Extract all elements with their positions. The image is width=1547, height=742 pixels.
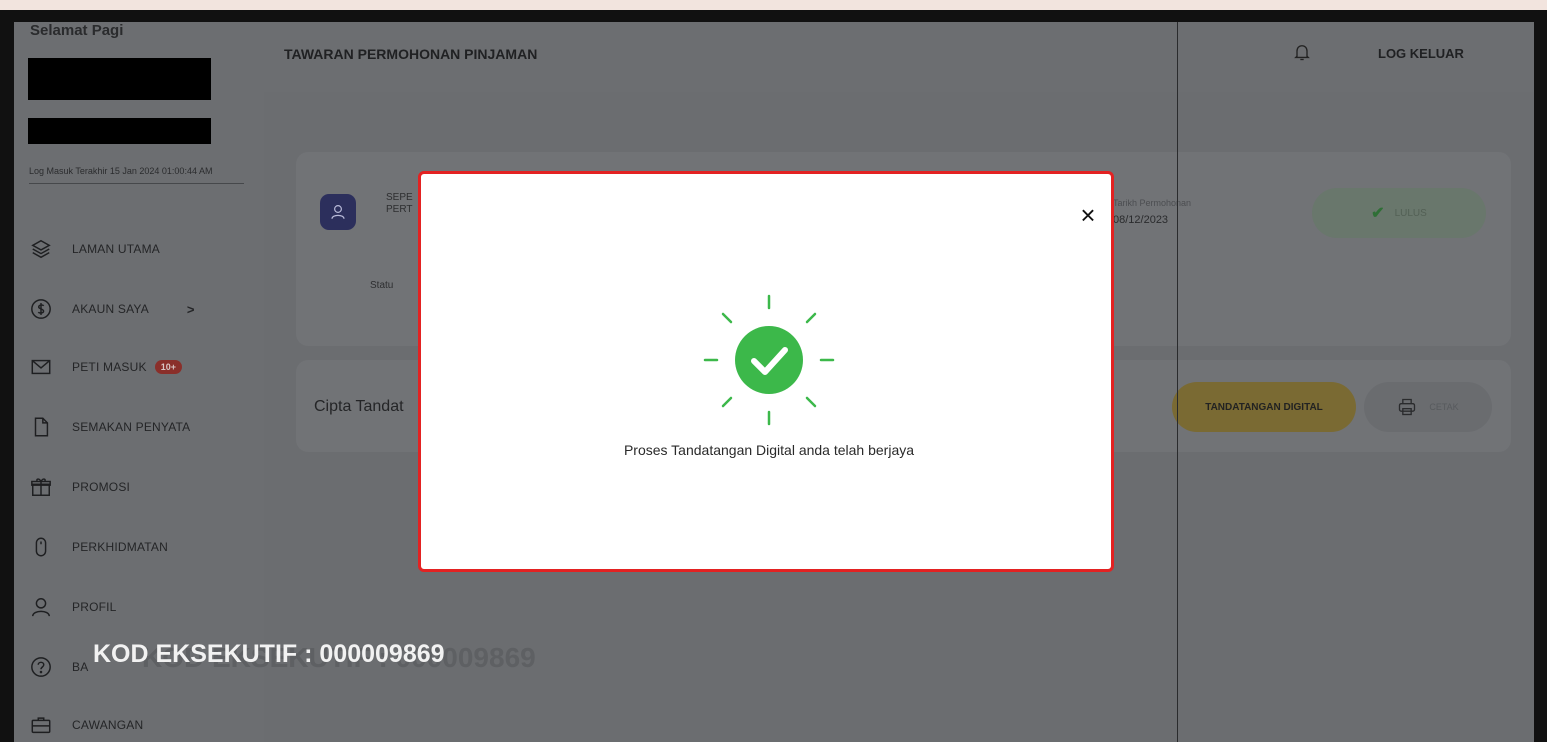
- print-button[interactable]: CETAK: [1364, 382, 1492, 432]
- sidebar-item-perkhidmatan[interactable]: PERKHIDMATAN: [29, 532, 168, 562]
- mail-icon: [29, 355, 53, 379]
- last-login-text: Log Masuk Terakhir 15 Jan 2024 01:00:44 …: [29, 166, 244, 184]
- digital-signature-button[interactable]: TANDATANGAN DIGITAL: [1172, 382, 1356, 432]
- gift-icon: [29, 475, 53, 499]
- mouse-icon: [29, 535, 53, 559]
- sidebar-item-label: PROMOSI: [72, 480, 131, 494]
- status-label: Statu: [370, 280, 394, 291]
- page-title: TAWARAN PERMOHONAN PINJAMAN: [284, 46, 538, 62]
- bell-icon[interactable]: [1292, 42, 1314, 64]
- sidebar-item-bantuan[interactable]: BA: [29, 652, 88, 682]
- user-icon: [29, 595, 53, 619]
- sidebar-item-label: AKAUN SAYA: [72, 302, 149, 316]
- success-message: Proses Tandatangan Digital anda telah be…: [623, 442, 915, 458]
- document-icon: [29, 415, 53, 439]
- application-name: SEPE PERT: [386, 192, 413, 216]
- briefcase-icon: [29, 713, 53, 737]
- application-name-line1: SEPE: [386, 192, 413, 203]
- sidebar-item-promosi[interactable]: PROMOSI: [29, 472, 130, 502]
- layers-icon: [29, 237, 53, 261]
- sidebar-item-label: LAMAN UTAMA: [72, 242, 160, 256]
- logout-button[interactable]: LOG KELUAR: [1378, 46, 1464, 61]
- status-badge-label: LULUS: [1394, 207, 1427, 219]
- top-header: TAWARAN PERMOHONAN PINJAMAN LOG KELUAR: [264, 22, 1534, 92]
- chevron-right-icon: >: [186, 301, 195, 317]
- signature-card-title: Cipta Tandat: [314, 398, 404, 415]
- sidebar: Selamat Pagi Log Masuk Terakhir 15 Jan 2…: [14, 22, 264, 742]
- date-label: Tarikh Permohonan: [1113, 198, 1192, 208]
- close-icon[interactable]: ×: [1073, 200, 1103, 230]
- sidebar-item-laman-utama[interactable]: LAMAN UTAMA: [29, 234, 160, 264]
- printer-icon: [1399, 398, 1416, 416]
- check-icon: ✔: [1371, 205, 1385, 222]
- success-modal: × Proses Tandatangan Digital anda telah …: [418, 171, 1114, 572]
- print-button-label: CETAK: [1429, 402, 1459, 412]
- sidebar-item-profil[interactable]: PROFIL: [29, 592, 117, 622]
- redacted-id: [28, 118, 211, 144]
- sidebar-item-label: PROFIL: [72, 600, 117, 614]
- sidebar-item-label: PERKHIDMATAN: [72, 540, 168, 554]
- sidebar-item-label: SEMAKAN PENYATA: [72, 420, 191, 434]
- redacted-name: [28, 58, 211, 100]
- sidebar-item-label: BA: [72, 660, 89, 674]
- dollar-circle-icon: [29, 297, 53, 321]
- sidebar-item-akaun-saya[interactable]: AKAUN SAYA >: [29, 294, 195, 324]
- watermark-text: KOD EKSEKUTIF : 000009869: [93, 640, 445, 668]
- user-icon: [320, 194, 356, 230]
- sidebar-item-peti-masuk[interactable]: PETI MASUK 10+: [29, 352, 182, 382]
- sidebar-item-semakan-penyata[interactable]: SEMAKAN PENYATA: [29, 412, 190, 442]
- sidebar-item-label: PETI MASUK: [72, 360, 147, 374]
- application-date: 08/12/2023: [1113, 214, 1169, 226]
- success-check-icon: [703, 294, 835, 426]
- sidebar-item-label: CAWANGAN: [72, 718, 144, 732]
- help-circle-icon: [29, 655, 53, 679]
- divider-line: [1177, 22, 1178, 742]
- status-badge: ✔ LULUS: [1312, 188, 1486, 238]
- greeting: Selamat Pagi: [30, 22, 124, 39]
- unread-count-badge: 10+: [154, 360, 182, 374]
- sidebar-item-cawangan[interactable]: CAWANGAN: [29, 710, 143, 740]
- application-name-line2: PERT: [386, 204, 413, 215]
